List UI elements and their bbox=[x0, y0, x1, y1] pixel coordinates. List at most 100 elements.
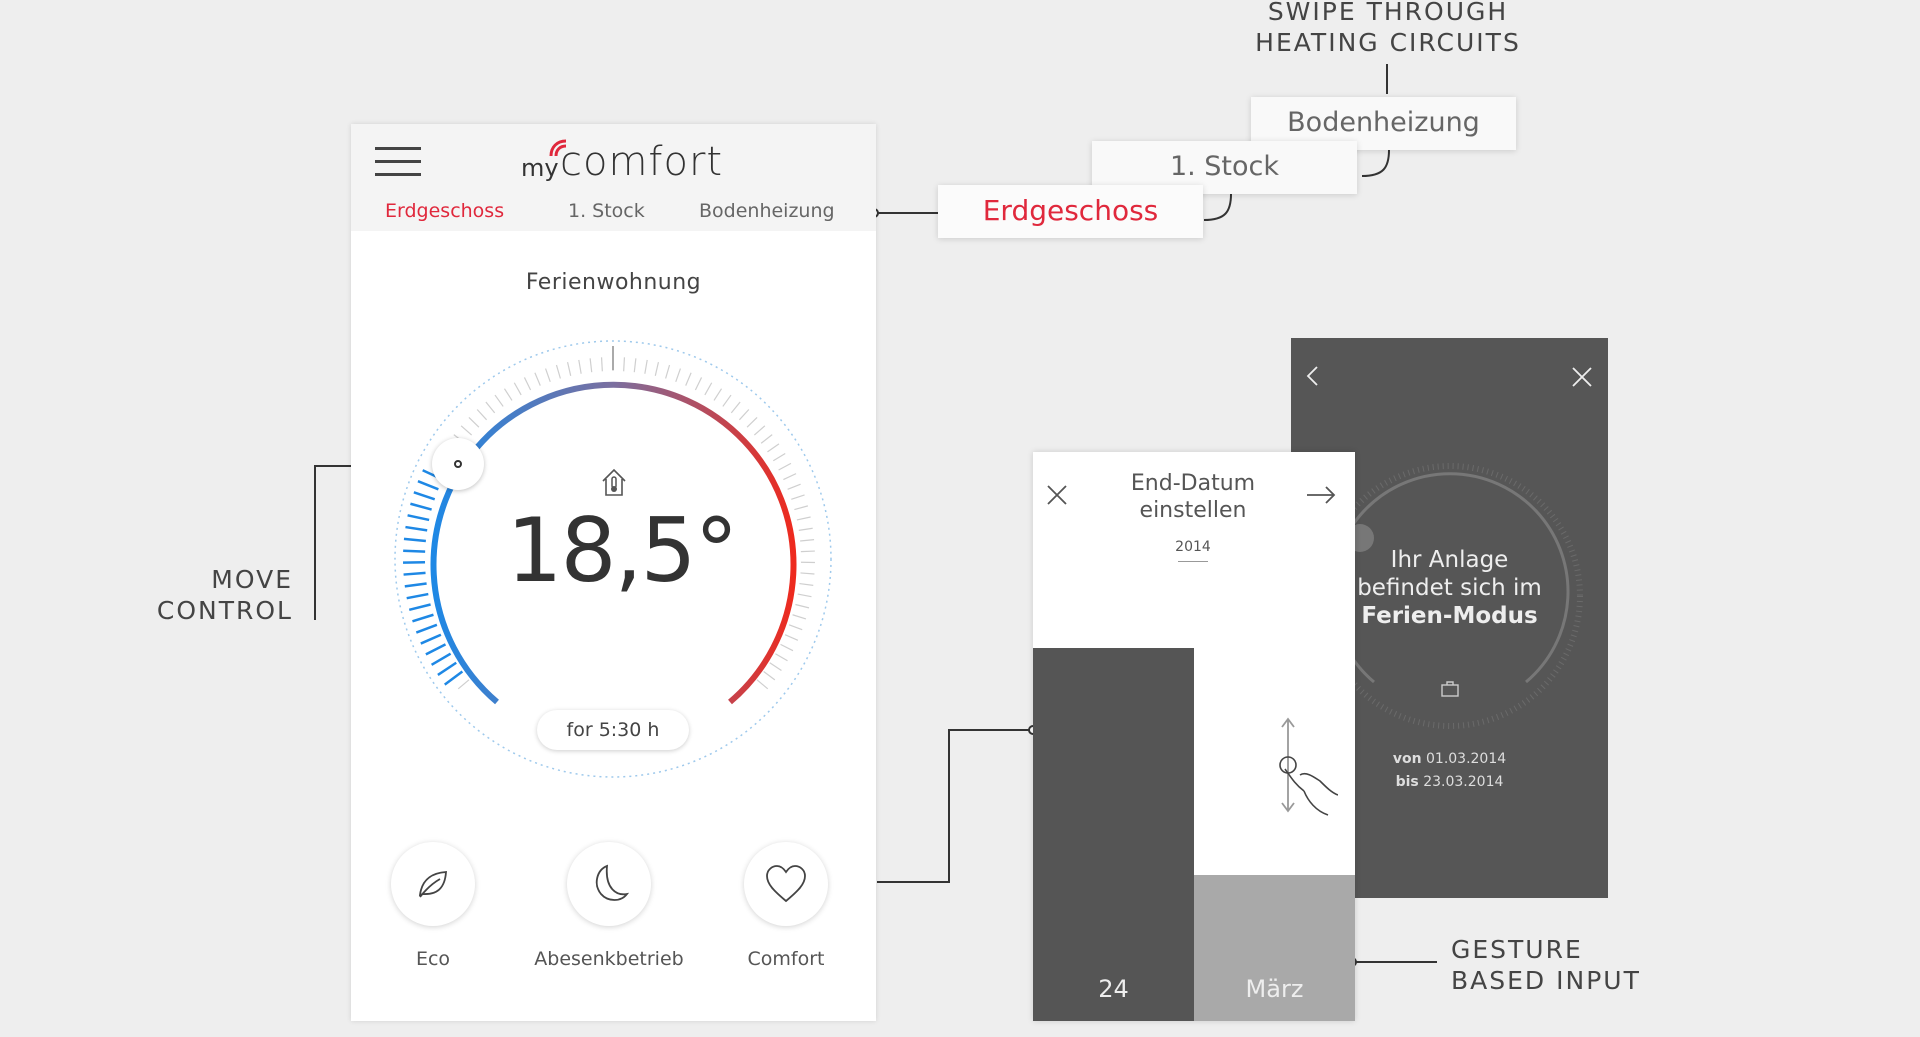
close-icon[interactable] bbox=[1046, 484, 1068, 506]
vacation-to-label: bis bbox=[1395, 774, 1419, 790]
day-value: 24 bbox=[1098, 975, 1129, 1003]
dial-tick bbox=[713, 388, 723, 401]
annotation-connector-lines bbox=[314, 64, 1437, 967]
dial-tick bbox=[534, 372, 541, 386]
dial-tick bbox=[792, 614, 807, 620]
mode-abesenkbetrieb-label: Abesenkbetrieb bbox=[534, 948, 684, 970]
dial-tick bbox=[437, 661, 457, 676]
annotation-swipe-line2: HEATING CIRCUITS bbox=[1255, 28, 1521, 57]
dial-tick bbox=[417, 480, 439, 491]
end-date-screen: End-Datum einstellen 2014 24 März bbox=[1033, 452, 1355, 1021]
vacation-to-date: 23.03.2014 bbox=[1423, 774, 1504, 790]
dial-tick bbox=[763, 671, 776, 681]
dial-tick bbox=[760, 434, 773, 444]
dial-tick bbox=[513, 382, 522, 396]
annotation-swipe-heating-circuits: SWIPE THROUGH HEATING CIRCUITS bbox=[1250, 0, 1526, 58]
dial-tick bbox=[420, 633, 442, 645]
mode-eco-button[interactable]: Eco bbox=[353, 842, 513, 970]
leaf-icon bbox=[418, 871, 447, 898]
dial-tick bbox=[753, 425, 766, 436]
vacation-from-date: 01.03.2014 bbox=[1426, 751, 1507, 767]
dial-tick bbox=[430, 652, 452, 666]
dial-tick bbox=[665, 364, 671, 379]
dial-tick bbox=[415, 623, 438, 634]
dial-tick bbox=[775, 653, 788, 662]
dial-tick bbox=[457, 679, 470, 690]
dial-tick bbox=[767, 443, 780, 453]
suitcase-icon bbox=[1441, 681, 1459, 697]
house-thermometer-icon bbox=[602, 468, 626, 496]
year-label[interactable]: 2014 bbox=[1163, 539, 1223, 555]
timer-button[interactable]: for 5:30 h bbox=[537, 710, 689, 750]
moon-icon bbox=[595, 864, 630, 901]
dial-tick bbox=[476, 409, 488, 421]
mode-eco-label: Eco bbox=[415, 948, 451, 970]
dial-tick bbox=[545, 368, 551, 382]
annotation-gesture-input: GESTURE BASED INPUT bbox=[1451, 934, 1651, 996]
dial-tick bbox=[694, 377, 703, 391]
vacation-line1: Ihr Anlage bbox=[1390, 547, 1509, 573]
tab-card-1-stock-label: 1. Stock bbox=[1169, 151, 1280, 182]
dial-tick bbox=[555, 364, 561, 379]
dial-tick bbox=[623, 357, 626, 372]
dial-tick bbox=[783, 473, 797, 481]
dial-tick bbox=[746, 416, 758, 428]
end-date-title-line2: einstellen bbox=[1139, 498, 1247, 523]
dial-tick bbox=[772, 452, 786, 462]
temperature-readout: 18,5° bbox=[506, 499, 739, 602]
dial-tick bbox=[756, 679, 769, 690]
vacation-from-label: von bbox=[1392, 751, 1422, 767]
dial-tick bbox=[685, 372, 692, 386]
tab-card-erdgeschoss[interactable]: Erdgeschoss bbox=[938, 185, 1203, 238]
arrow-right-icon[interactable] bbox=[1305, 484, 1337, 506]
tab-card-bodenheizung-label: Bodenheizung bbox=[1287, 107, 1480, 138]
annotation-gesture-line2: BASED INPUT bbox=[1451, 966, 1641, 995]
annotation-gesture-line1: GESTURE bbox=[1451, 935, 1583, 964]
annotation-swipe-line1: SWIPE THROUGH bbox=[1267, 0, 1509, 26]
dial-tick bbox=[485, 401, 496, 414]
dial-tick bbox=[494, 394, 504, 407]
mode-abesenkbetrieb-button[interactable]: Abesenkbetrieb bbox=[529, 842, 689, 970]
dial-tick bbox=[425, 643, 447, 656]
vacation-line3: Ferien-Modus bbox=[1361, 603, 1538, 629]
dial-tick bbox=[738, 409, 750, 421]
dial-tick bbox=[408, 603, 431, 612]
dial-tick bbox=[675, 368, 681, 382]
dial-tick bbox=[589, 358, 593, 373]
mycomfort-app-screen: my comfort Erdgeschoss 1. Stock Bodenhei… bbox=[351, 124, 876, 1021]
dial-tick bbox=[566, 362, 572, 376]
dial-tick bbox=[780, 643, 794, 652]
dial-tick bbox=[468, 416, 480, 428]
dial-tick bbox=[654, 362, 660, 376]
dial-tick bbox=[644, 359, 648, 374]
mode-comfort-button[interactable]: Comfort bbox=[706, 842, 866, 970]
tab-card-erdgeschoss-label: Erdgeschoss bbox=[982, 194, 1159, 227]
mode-comfort-label: Comfort bbox=[747, 948, 825, 970]
dial-tick bbox=[460, 425, 473, 436]
end-date-title-line1: End-Datum bbox=[1130, 471, 1256, 496]
dial-tick bbox=[730, 401, 741, 414]
dial-tick bbox=[784, 634, 799, 641]
dial-tick bbox=[769, 662, 782, 671]
dial-tick bbox=[600, 357, 603, 372]
annotation-move-line1: MOVE bbox=[211, 565, 293, 594]
heart-icon bbox=[766, 865, 806, 903]
dial-tick bbox=[795, 603, 810, 609]
dial-tick bbox=[787, 483, 801, 490]
dial-tick bbox=[704, 382, 713, 396]
dial-tick bbox=[788, 624, 803, 631]
dial-tick bbox=[633, 358, 637, 373]
month-value: März bbox=[1245, 975, 1304, 1003]
day-picker-column[interactable]: 24 bbox=[1033, 648, 1194, 1021]
dial-drag-handle[interactable] bbox=[432, 438, 484, 490]
end-date-title: End-Datum einstellen bbox=[1093, 470, 1293, 524]
annotation-move-line2: CONTROL bbox=[156, 596, 293, 625]
vacation-line2: befindet sich im bbox=[1357, 575, 1542, 601]
annotation-move-control: MOVE CONTROL bbox=[150, 564, 293, 626]
dial-tick bbox=[523, 377, 532, 391]
dial-tick bbox=[503, 388, 513, 401]
swipe-gesture-icon bbox=[1279, 717, 1338, 816]
month-picker-column[interactable]: März bbox=[1194, 875, 1355, 1021]
dial-tick bbox=[722, 394, 732, 407]
dial-tick bbox=[412, 613, 434, 623]
